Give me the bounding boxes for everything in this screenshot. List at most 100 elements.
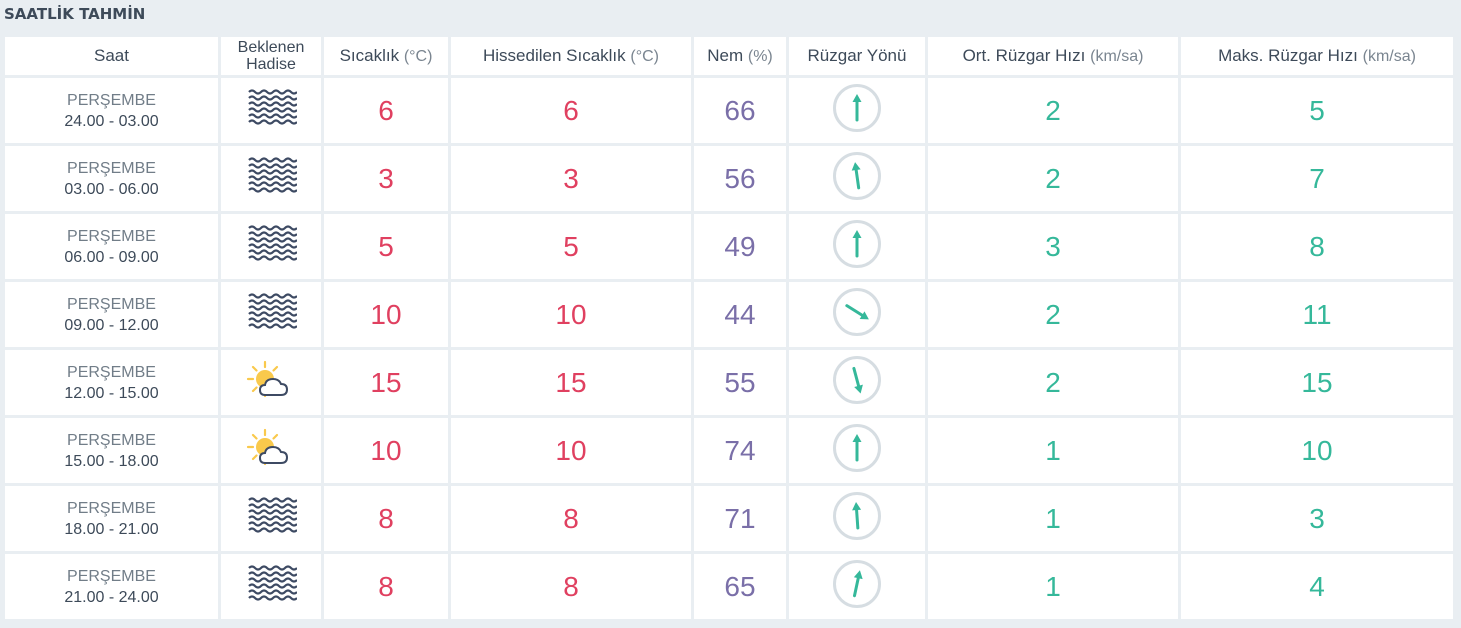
cell-avg-wind: 2 xyxy=(928,350,1178,415)
cell-humidity: 56 xyxy=(694,146,786,211)
cell-feels-like: 3 xyxy=(451,146,691,211)
cell-max-wind: 5 xyxy=(1181,78,1453,143)
time-range: 21.00 - 24.00 xyxy=(64,588,159,606)
cell-time: PERŞEMBE 21.00 - 24.00 xyxy=(5,554,218,619)
col-header-condition-line1: Beklenen xyxy=(237,39,305,56)
table-row: PERŞEMBE 21.00 - 24.00 8 8 65 1 4 xyxy=(5,554,1453,619)
avg-wind-value: 2 xyxy=(1045,94,1061,126)
day-label: PERŞEMBE xyxy=(67,567,156,585)
cell-avg-wind: 3 xyxy=(928,214,1178,279)
time-range: 18.00 - 21.00 xyxy=(64,520,159,538)
cell-time: PERŞEMBE 06.00 - 09.00 xyxy=(5,214,218,279)
table-row: PERŞEMBE 03.00 - 06.00 3 3 56 2 7 xyxy=(5,146,1453,211)
cell-humidity: 66 xyxy=(694,78,786,143)
col-header-max-wind: Maks. Rüzgar Hızı (km/sa) xyxy=(1181,37,1453,75)
table-row: PERŞEMBE 24.00 - 03.00 6 6 66 2 5 xyxy=(5,78,1453,143)
cell-max-wind: 3 xyxy=(1181,486,1453,551)
feels-like-value: 6 xyxy=(563,94,579,126)
humidity-value: 65 xyxy=(724,570,756,602)
max-wind-value: 15 xyxy=(1301,366,1333,398)
col-header-condition: Beklenen Hadise xyxy=(221,37,321,75)
cell-condition xyxy=(221,350,321,415)
col-header-temperature: Sıcaklık (°C) xyxy=(324,37,448,75)
cell-feels-like: 10 xyxy=(451,282,691,347)
cell-condition xyxy=(221,486,321,551)
temperature-value: 10 xyxy=(370,434,402,466)
max-wind-value: 11 xyxy=(1302,298,1332,330)
cell-temperature: 15 xyxy=(324,350,448,415)
col-header-max-wind-label: Maks. Rüzgar Hızı xyxy=(1218,45,1358,65)
cell-temperature: 10 xyxy=(324,418,448,483)
day-label: PERŞEMBE xyxy=(67,91,156,109)
feels-like-value: 8 xyxy=(563,570,579,602)
cell-max-wind: 7 xyxy=(1181,146,1453,211)
temperature-value: 15 xyxy=(370,366,402,398)
cell-feels-like: 10 xyxy=(451,418,691,483)
section-title: SAATLİK TAHMİN xyxy=(4,5,146,23)
col-header-avg-wind: Ort. Rüzgar Hızı (km/sa) xyxy=(928,37,1178,75)
cell-time: PERŞEMBE 18.00 - 21.00 xyxy=(5,486,218,551)
time-range: 09.00 - 12.00 xyxy=(64,316,159,334)
cell-avg-wind: 1 xyxy=(928,486,1178,551)
humidity-value: 74 xyxy=(724,434,756,466)
cell-wind-direction xyxy=(789,418,925,483)
cell-condition xyxy=(221,554,321,619)
humidity-value: 71 xyxy=(724,502,756,534)
avg-wind-value: 2 xyxy=(1045,298,1061,330)
avg-wind-value: 2 xyxy=(1045,366,1061,398)
feels-like-value: 10 xyxy=(555,434,587,466)
feels-like-value: 15 xyxy=(555,366,587,398)
col-header-wind-direction-label: Rüzgar Yönü xyxy=(807,46,907,65)
cell-wind-direction xyxy=(789,282,925,347)
temperature-value: 8 xyxy=(378,502,394,534)
col-header-max-wind-unit: (km/sa) xyxy=(1362,47,1416,65)
cell-temperature: 6 xyxy=(324,78,448,143)
max-wind-value: 10 xyxy=(1301,434,1333,466)
humidity-value: 56 xyxy=(724,162,756,194)
partly-cloudy-icon xyxy=(245,360,297,400)
wind-direction-arrow-icon xyxy=(832,288,882,341)
col-header-wind-direction: Rüzgar Yönü xyxy=(789,37,925,75)
cell-avg-wind: 2 xyxy=(928,282,1178,347)
time-range: 15.00 - 18.00 xyxy=(64,452,159,470)
feels-like-value: 5 xyxy=(563,230,579,262)
day-label: PERŞEMBE xyxy=(67,159,156,177)
cell-feels-like: 8 xyxy=(451,486,691,551)
avg-wind-value: 2 xyxy=(1045,162,1061,194)
cell-time: PERŞEMBE 24.00 - 03.00 xyxy=(5,78,218,143)
cell-max-wind: 10 xyxy=(1181,418,1453,483)
feels-like-value: 8 xyxy=(563,502,579,534)
avg-wind-value: 1 xyxy=(1045,570,1061,602)
temperature-value: 10 xyxy=(370,298,402,330)
time-range: 24.00 - 03.00 xyxy=(64,112,159,130)
cell-feels-like: 8 xyxy=(451,554,691,619)
cell-humidity: 49 xyxy=(694,214,786,279)
humidity-value: 66 xyxy=(724,94,756,126)
max-wind-value: 4 xyxy=(1309,570,1325,602)
wind-direction-arrow-icon xyxy=(832,84,882,137)
cell-wind-direction xyxy=(789,486,925,551)
temperature-value: 6 xyxy=(378,94,394,126)
col-header-temperature-unit: (°C) xyxy=(403,47,433,65)
col-header-humidity: Nem (%) xyxy=(694,37,786,75)
table-row: PERŞEMBE 09.00 - 12.00 10 10 44 2 11 xyxy=(5,282,1453,347)
cell-condition xyxy=(221,146,321,211)
humidity-value: 55 xyxy=(724,366,756,398)
cell-humidity: 71 xyxy=(694,486,786,551)
max-wind-value: 7 xyxy=(1309,162,1325,194)
time-range: 12.00 - 15.00 xyxy=(64,384,159,402)
max-wind-value: 3 xyxy=(1309,502,1325,534)
fog-icon xyxy=(245,156,298,196)
max-wind-value: 5 xyxy=(1309,94,1325,126)
cell-humidity: 74 xyxy=(694,418,786,483)
wind-direction-arrow-icon xyxy=(832,424,882,477)
cell-temperature: 8 xyxy=(324,554,448,619)
day-label: PERŞEMBE xyxy=(67,227,156,245)
cell-humidity: 55 xyxy=(694,350,786,415)
cell-temperature: 8 xyxy=(324,486,448,551)
col-header-feels-like: Hissedilen Sıcaklık (°C) xyxy=(451,37,691,75)
cell-feels-like: 6 xyxy=(451,78,691,143)
cell-avg-wind: 2 xyxy=(928,146,1178,211)
partly-cloudy-icon xyxy=(245,428,297,468)
cell-wind-direction xyxy=(789,78,925,143)
